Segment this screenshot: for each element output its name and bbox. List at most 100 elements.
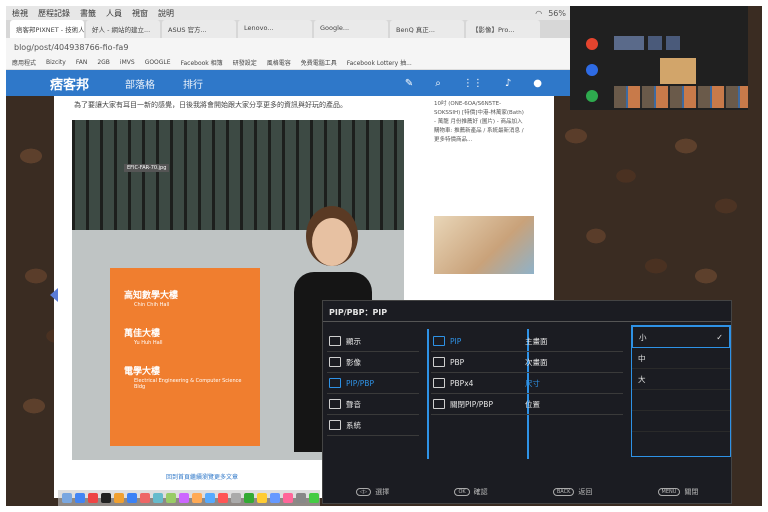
osd-item-pbp4[interactable]: PBPx4: [431, 373, 523, 394]
speaker-icon: [329, 399, 341, 409]
menu-item-help[interactable]: 說明: [158, 8, 174, 19]
avatar[interactable]: ●: [533, 78, 542, 89]
app-icon[interactable]: [205, 493, 215, 503]
video-tile[interactable]: [614, 36, 644, 50]
osd-item-label: 尺寸: [525, 378, 540, 388]
sign-line: 高知數學大樓: [124, 291, 179, 301]
osd-option-large[interactable]: 大: [632, 369, 730, 390]
browser-tab[interactable]: 【影像】Pro...: [466, 20, 540, 38]
app-icon[interactable]: [166, 493, 176, 503]
osd-item-sub-screen[interactable]: 次畫面: [523, 352, 623, 373]
app-icon[interactable]: [296, 493, 306, 503]
prev-arrow-icon[interactable]: [50, 288, 58, 302]
pbp4-mode-icon: [433, 378, 445, 388]
menu-item-view[interactable]: 檢視: [12, 8, 28, 19]
mic-icon[interactable]: [586, 90, 598, 102]
browser-tab[interactable]: 痞客邦PIXNET - 技術人的...: [10, 20, 84, 38]
browser-tab[interactable]: Lenovo...: [238, 20, 312, 38]
menu-item-history[interactable]: 歷程記錄: [38, 8, 70, 19]
osd-item-pip-off[interactable]: 關閉PIP/PBP: [431, 394, 523, 415]
osd-footer-label: 確認: [473, 488, 488, 496]
osd-item-position[interactable]: 位置: [523, 394, 623, 415]
wifi-icon[interactable]: ◠: [535, 9, 542, 18]
osd-item-label: PIP: [450, 336, 462, 346]
app-icon[interactable]: [179, 493, 189, 503]
osd-item-picture[interactable]: 影像: [327, 352, 419, 373]
finder-icon[interactable]: [62, 493, 72, 503]
osd-menu-button[interactable]: MENU 關閉: [657, 487, 698, 497]
pip-off-icon: [433, 399, 445, 409]
bookmark-item[interactable]: Facebook 相簿: [181, 58, 223, 67]
osd-option-medium[interactable]: 中: [632, 348, 730, 369]
osd-item-main-screen[interactable]: 主畫面: [523, 331, 623, 352]
app-icon[interactable]: [153, 493, 163, 503]
caption-link[interactable]: 回到首頁繼續瀏覽更多文章: [166, 472, 238, 481]
blog-logo[interactable]: 痞客邦: [50, 74, 89, 93]
app-icon[interactable]: [309, 493, 319, 503]
address-bar[interactable]: blog/post/404938766-fio-fa9: [6, 38, 572, 56]
display-icon: [329, 336, 341, 346]
key-badge: ◁▷: [355, 488, 372, 496]
bell-icon[interactable]: ♪: [505, 78, 511, 89]
apps-icon[interactable]: ⋮⋮: [463, 78, 483, 89]
osd-item-display[interactable]: 顯示: [327, 331, 419, 352]
nav-item-blog[interactable]: 部落格: [125, 76, 155, 91]
app-icon[interactable]: [114, 493, 124, 503]
app-icon[interactable]: [231, 493, 241, 503]
browser-tab[interactable]: ASUS 官方...: [162, 20, 236, 38]
app-icon[interactable]: [140, 493, 150, 503]
bookmark-item[interactable]: 2GB: [97, 59, 110, 66]
app-icon[interactable]: [244, 493, 254, 503]
app-icon[interactable]: [218, 493, 228, 503]
bookmark-item[interactable]: 免費電腦工具: [301, 58, 337, 67]
video-tile[interactable]: [648, 36, 662, 50]
bookmark-item[interactable]: GOOGLE: [145, 59, 171, 66]
browser-tab[interactable]: 好人 - 網站的建立...: [86, 20, 160, 38]
app-icon[interactable]: [192, 493, 202, 503]
osd-item-audio[interactable]: 聲音: [327, 394, 419, 415]
sidebar-thumbnail[interactable]: [434, 216, 534, 274]
participant-video[interactable]: [660, 58, 696, 84]
osd-option-label: 小: [639, 332, 647, 342]
osd-item-pip[interactable]: PIP: [431, 331, 523, 352]
terminal-icon[interactable]: [101, 493, 111, 503]
osd-item-label: PIP/PBP: [346, 378, 374, 388]
osd-item-system[interactable]: 系統: [327, 415, 419, 436]
browser-tab[interactable]: BenQ 真正...: [390, 20, 464, 38]
camera-icon[interactable]: [586, 64, 598, 76]
osd-back-button[interactable]: BACK 返回: [552, 487, 592, 497]
app-icon[interactable]: [257, 493, 267, 503]
osd-select-button[interactable]: ◁▷ 選擇: [355, 487, 389, 497]
safari-icon[interactable]: [75, 493, 85, 503]
app-icon[interactable]: [127, 493, 137, 503]
osd-item-size[interactable]: 尺寸: [523, 373, 623, 394]
bookmark-item[interactable]: Bizcity: [46, 59, 66, 66]
app-icon[interactable]: [283, 493, 293, 503]
menu-item-window[interactable]: 視窗: [132, 8, 148, 19]
menu-item-bookmarks[interactable]: 書籤: [80, 8, 96, 19]
end-call-icon[interactable]: [586, 38, 598, 50]
search-icon[interactable]: ⌕: [435, 78, 441, 89]
osd-item-pbp[interactable]: PBP: [431, 352, 523, 373]
osd-pip-mode-menu: PIP PBP PBPx4 關閉PIP/PBP: [431, 331, 523, 415]
app-icon[interactable]: [270, 493, 280, 503]
osd-option-label: 大: [638, 374, 646, 384]
menu-item-people[interactable]: 人員: [106, 8, 122, 19]
video-tile[interactable]: [666, 36, 680, 50]
chrome-icon[interactable]: [88, 493, 98, 503]
nav-item-ranking[interactable]: 排行: [183, 76, 203, 91]
osd-ok-button[interactable]: OK 確認: [454, 487, 488, 497]
bookmark-item[interactable]: 研發設定: [233, 58, 257, 67]
thumbnail-strip[interactable]: [614, 86, 748, 108]
osd-item-pip-pbp[interactable]: PIP/PBP: [327, 373, 419, 394]
bookmark-item[interactable]: Facebook Lottery 抽...: [347, 58, 412, 67]
osd-main-menu: 顯示 影像 PIP/PBP 聲音 系統: [327, 331, 419, 436]
bookmark-item[interactable]: FAN: [76, 59, 88, 66]
browser-tab[interactable]: Google...: [314, 20, 388, 38]
bookmark-item[interactable]: 應用程式: [12, 58, 36, 67]
bookmark-item[interactable]: iMVS: [120, 59, 135, 66]
bookmark-item[interactable]: 風格電容: [267, 58, 291, 67]
osd-option-small[interactable]: 小 ✓: [632, 326, 730, 348]
key-badge: MENU: [657, 488, 681, 496]
edit-icon[interactable]: ✎: [405, 78, 413, 89]
